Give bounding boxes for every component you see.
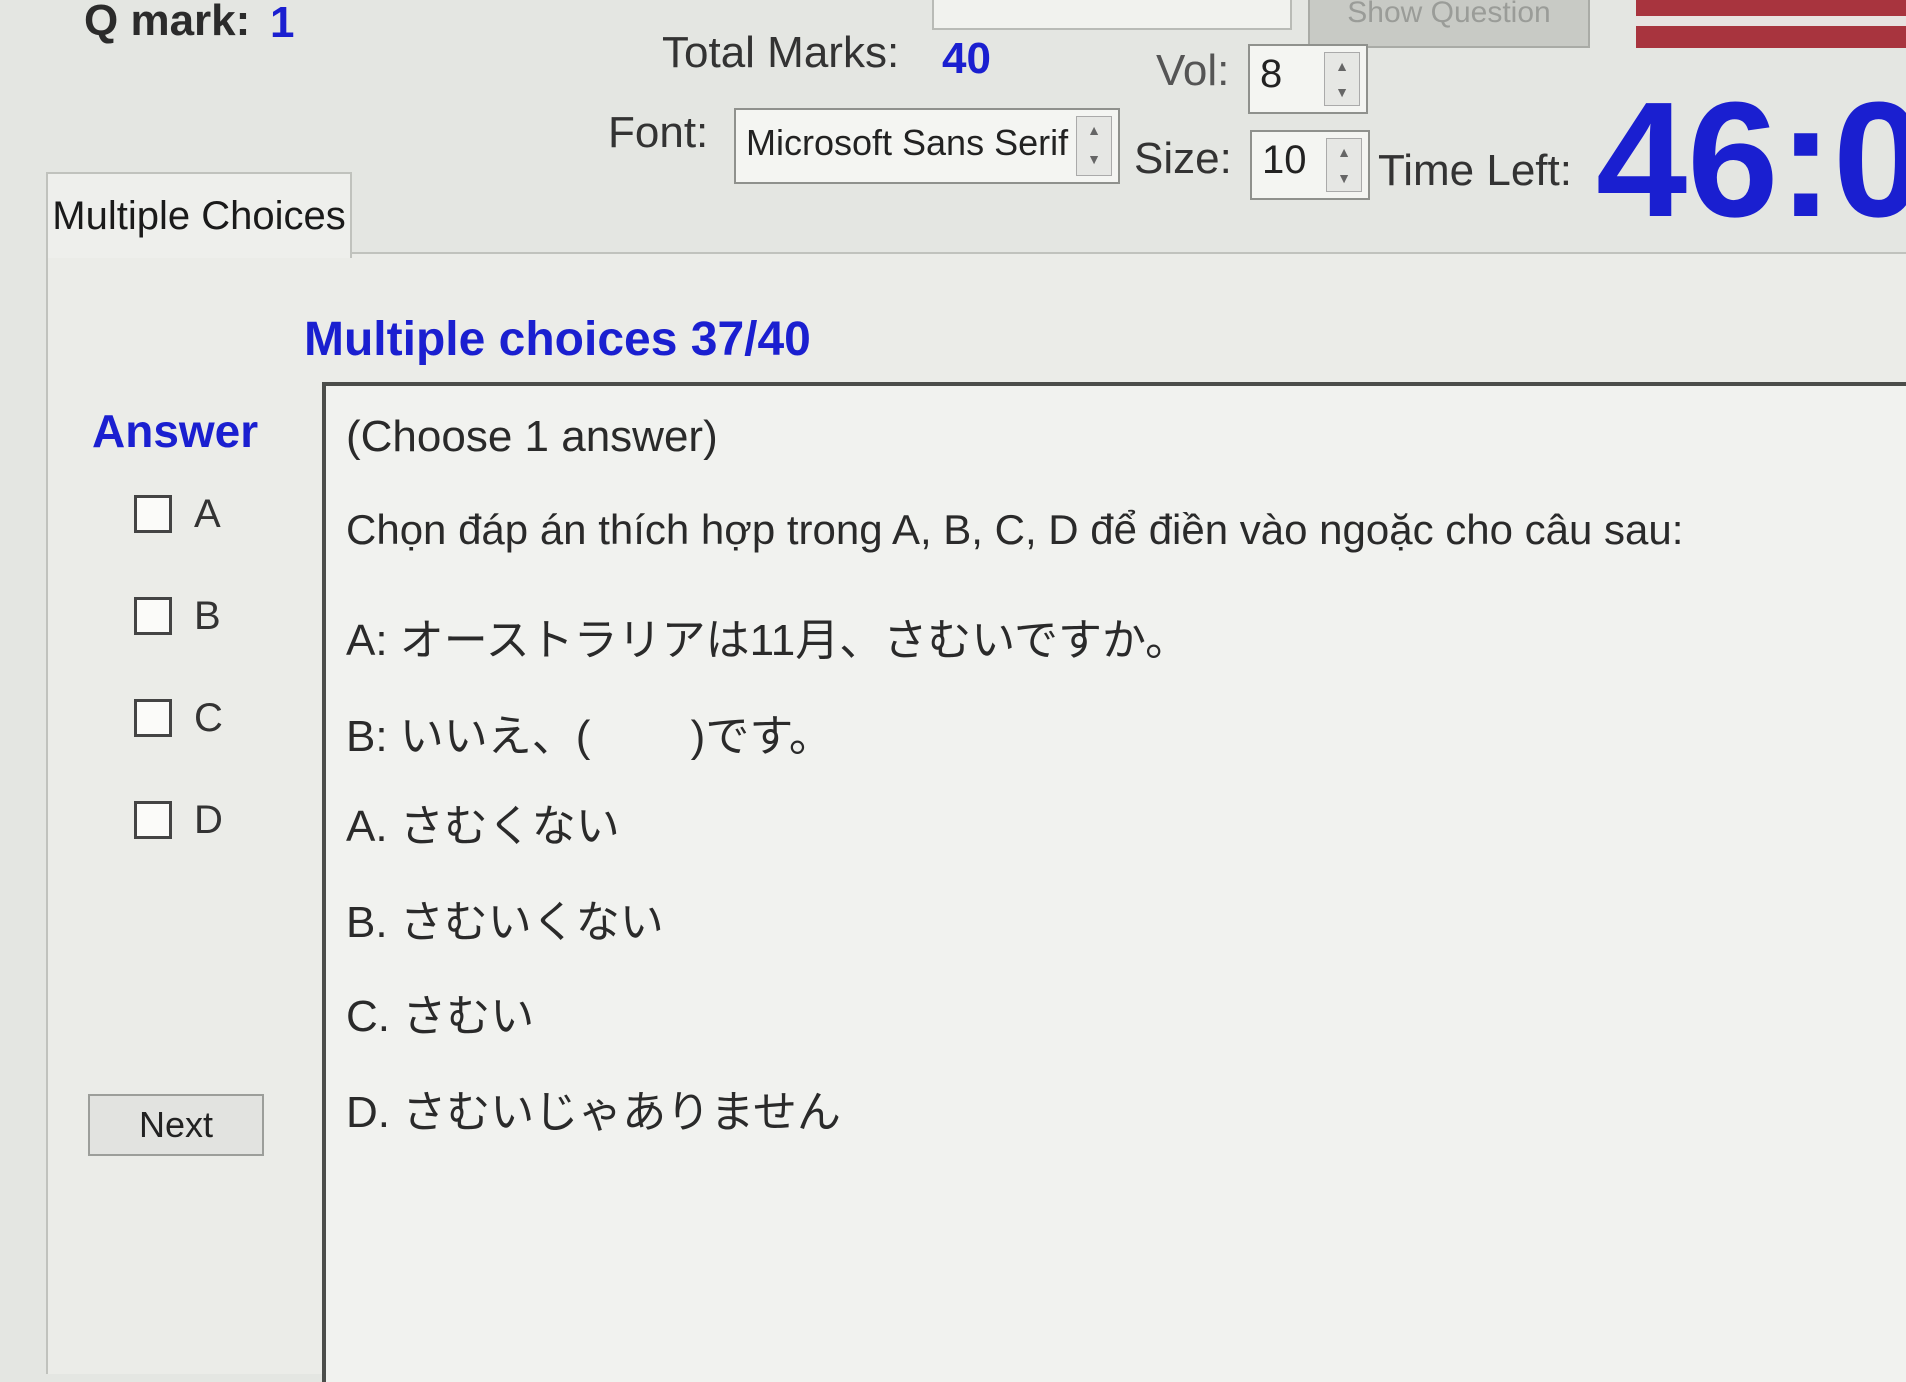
- font-value: Microsoft Sans Serif: [746, 122, 1069, 163]
- question-prompt: Chọn đáp án thích hợp trong A, B, C, D đ…: [346, 506, 1684, 553]
- size-spin-arrows[interactable]: ▲ ▼: [1326, 138, 1362, 192]
- vol-spinner[interactable]: 8 ▲ ▼: [1248, 44, 1368, 114]
- dialogue-line-b: B: いいえ、( )です。: [346, 712, 833, 761]
- font-label: Font:: [608, 108, 709, 157]
- section-title: Multiple choices 37/40: [304, 313, 811, 366]
- tab-multiple-choices[interactable]: Multiple Choices: [46, 172, 352, 258]
- next-button[interactable]: Next: [88, 1094, 264, 1156]
- question-id-field[interactable]: [932, 0, 1292, 30]
- show-question-button[interactable]: Show Question: [1308, 0, 1590, 48]
- vol-value: 8: [1260, 52, 1283, 96]
- checkbox-b[interactable]: [134, 597, 172, 636]
- total-marks-label: Total Marks:: [662, 28, 900, 77]
- spin-down-icon[interactable]: ▼: [1327, 165, 1361, 191]
- spin-up-icon[interactable]: ▲: [1325, 53, 1359, 79]
- checkbox-a[interactable]: [134, 495, 172, 534]
- size-spinner[interactable]: 10 ▲ ▼: [1250, 130, 1370, 200]
- spin-up-icon[interactable]: ▲: [1077, 117, 1111, 146]
- font-spin-arrows[interactable]: ▲ ▼: [1076, 116, 1112, 176]
- option-letter: A: [194, 491, 221, 536]
- q-mark-label: Q mark:: [84, 0, 251, 45]
- vol-label: Vol:: [1156, 46, 1230, 95]
- flag-stripe: [1636, 16, 1906, 26]
- answer-option-b[interactable]: B: [134, 592, 221, 639]
- time-left-label: Time Left:: [1378, 146, 1572, 195]
- answer-option-c[interactable]: C: [134, 694, 223, 741]
- size-value: 10: [1262, 138, 1307, 182]
- question-instruction: (Choose 1 answer): [346, 412, 718, 461]
- choice-a: A. さむくない: [346, 802, 620, 851]
- q-mark-value: 1: [270, 0, 295, 47]
- vol-spin-arrows[interactable]: ▲ ▼: [1324, 52, 1360, 106]
- choice-d: D. さむいじゃありません: [346, 1088, 841, 1137]
- option-letter: C: [194, 695, 223, 740]
- answer-option-d[interactable]: D: [134, 796, 223, 843]
- checkbox-c[interactable]: [134, 699, 172, 738]
- spin-down-icon[interactable]: ▼: [1325, 79, 1359, 105]
- answer-option-a[interactable]: A: [134, 490, 221, 537]
- dialogue-line-a: A: オーストラリアは11月、さむいですか。: [346, 616, 1190, 665]
- time-left-value: 46:0: [1596, 68, 1906, 251]
- spin-up-icon[interactable]: ▲: [1327, 139, 1361, 165]
- size-label: Size:: [1134, 134, 1232, 183]
- flag-icon: [1636, 0, 1906, 16]
- total-marks-value: 40: [942, 34, 991, 83]
- checkbox-d[interactable]: [134, 801, 172, 840]
- choice-c: C. さむい: [346, 992, 535, 1041]
- flag-stripe: [1636, 26, 1906, 48]
- option-letter: B: [194, 593, 221, 638]
- option-letter: D: [194, 797, 223, 842]
- font-selector[interactable]: Microsoft Sans Serif ▲ ▼: [734, 108, 1120, 184]
- choice-b: B. さむいくない: [346, 898, 664, 947]
- spin-down-icon[interactable]: ▼: [1077, 146, 1111, 175]
- answer-label: Answer: [92, 405, 259, 457]
